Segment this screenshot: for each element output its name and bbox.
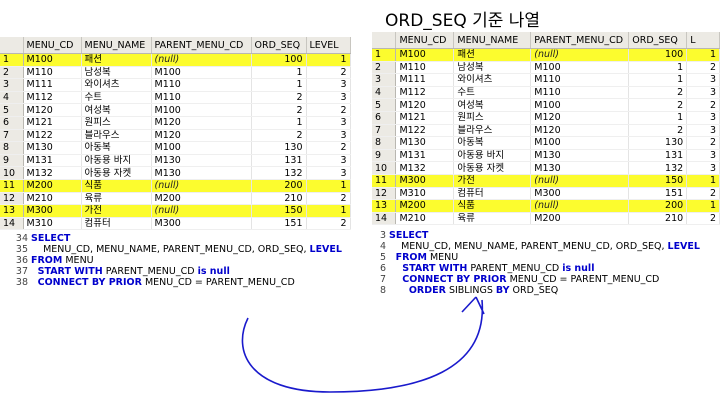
arrow-curve bbox=[241, 299, 484, 393]
curved-arrow bbox=[241, 296, 485, 393]
arrow-head bbox=[461, 296, 485, 315]
